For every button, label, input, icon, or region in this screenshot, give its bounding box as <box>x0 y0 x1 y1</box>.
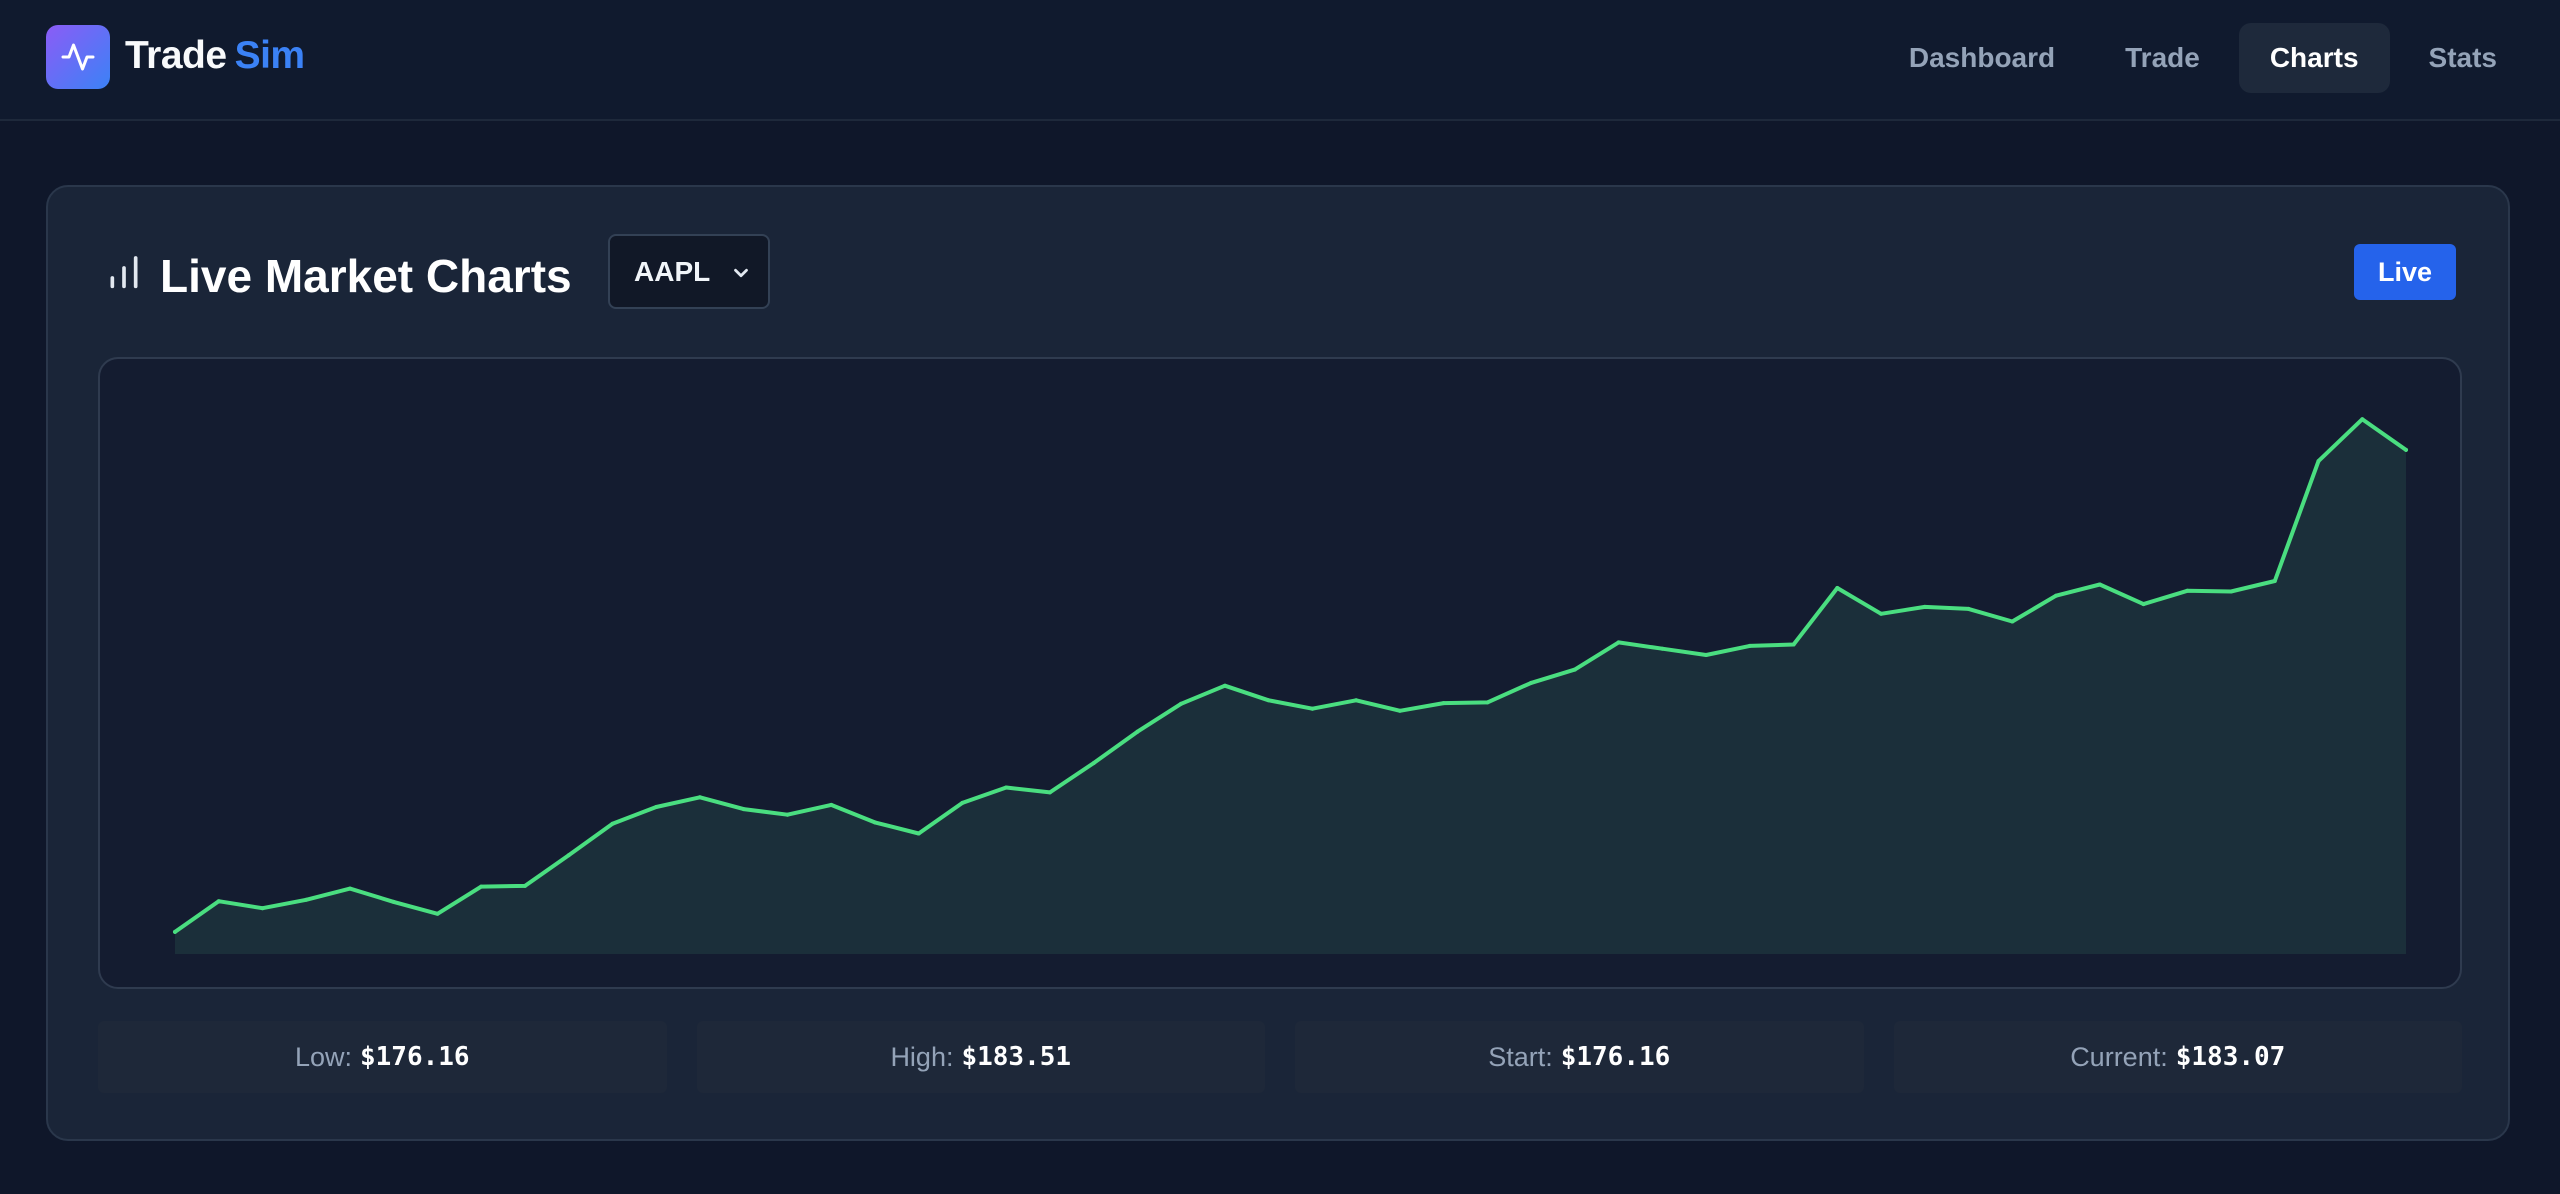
price-point-0 <box>173 929 177 934</box>
price-point-32 <box>1572 667 1577 672</box>
price-point-16 <box>872 820 877 825</box>
price-point-36 <box>1747 643 1752 648</box>
price-point-42 <box>2010 619 2015 624</box>
price-point-23 <box>1179 701 1184 706</box>
price-point-20 <box>1047 790 1052 795</box>
price-point-47 <box>2229 589 2233 594</box>
price-point-18 <box>960 800 965 805</box>
price-point-2 <box>260 906 265 911</box>
price-point-48 <box>2272 579 2277 583</box>
stat-current-value: $183.07 <box>2175 1042 2286 1072</box>
brand-name[interactable]: Trade Sim <box>125 34 305 78</box>
price-point-12 <box>697 795 702 800</box>
symbol-select-value: AAPL <box>634 255 711 287</box>
nav-dashboard[interactable]: Dashboard <box>1878 23 2086 93</box>
price-point-38 <box>1835 586 1840 590</box>
logo[interactable] <box>46 25 110 89</box>
price-point-5 <box>391 899 396 904</box>
price-point-1 <box>216 899 221 904</box>
price-chart-svg <box>173 417 2408 954</box>
top-navbar: Trade Sim Dashboard Trade Charts Stats <box>0 0 2560 121</box>
price-point-7 <box>479 884 484 889</box>
price-point-37 <box>1791 642 1796 647</box>
nav-trade[interactable]: Trade <box>2094 23 2231 93</box>
live-charts-card: Live Market Charts AAPL Live Low: $176.1… <box>46 185 2510 1141</box>
price-point-11 <box>654 805 659 809</box>
stat-start-label: Start: <box>1488 1041 1553 1072</box>
price-point-9 <box>566 853 571 858</box>
price-point-29 <box>1441 701 1446 706</box>
nav-stats[interactable]: Stats <box>2398 23 2528 93</box>
price-point-22 <box>1135 729 1140 734</box>
price-point-30 <box>1485 700 1490 705</box>
price-point-43 <box>2054 593 2058 598</box>
stat-current-label: Current: <box>2070 1041 2168 1072</box>
nav-charts[interactable]: Charts <box>2238 23 2390 93</box>
price-point-17 <box>916 831 921 836</box>
live-badge: Live <box>2353 244 2456 300</box>
chevron-down-icon <box>734 268 748 278</box>
stat-high: High: $183.51 <box>696 1021 1265 1093</box>
price-point-8 <box>523 883 527 888</box>
stat-low: Low: $176.16 <box>98 1021 667 1093</box>
stat-current: Current: $183.07 <box>1893 1021 2462 1093</box>
price-chart <box>98 357 2462 989</box>
price-point-31 <box>1529 680 1534 685</box>
stat-start: Start: $176.16 <box>1295 1021 1864 1093</box>
price-point-41 <box>1966 606 1971 611</box>
bar-chart-icon <box>110 256 138 289</box>
stat-low-value: $176.16 <box>359 1042 470 1072</box>
price-point-44 <box>2097 582 2102 587</box>
price-point-24 <box>1222 683 1227 688</box>
price-area <box>175 419 2406 954</box>
symbol-select[interactable]: AAPL <box>608 234 770 309</box>
stat-low-label: Low: <box>294 1041 352 1072</box>
price-point-33 <box>1616 640 1621 645</box>
price-point-3 <box>304 897 309 902</box>
price-point-13 <box>741 807 746 812</box>
price-point-28 <box>1397 708 1402 713</box>
brand-first: Trade <box>125 34 227 77</box>
price-point-39 <box>1879 611 1884 616</box>
price-point-35 <box>1704 653 1709 657</box>
price-point-40 <box>1922 604 1927 609</box>
price-point-49 <box>2316 459 2321 464</box>
activity-pulse-icon <box>61 43 95 71</box>
price-point-15 <box>829 802 834 807</box>
price-point-26 <box>1310 706 1315 711</box>
price-point-14 <box>785 812 790 817</box>
price-point-10 <box>610 821 615 826</box>
stat-high-value: $183.51 <box>961 1042 1072 1072</box>
price-point-51 <box>2404 447 2408 452</box>
price-point-46 <box>2185 588 2190 593</box>
main-nav: Dashboard Trade Charts Stats <box>1878 23 2528 93</box>
price-point-25 <box>1266 698 1271 703</box>
price-point-45 <box>2141 602 2146 607</box>
price-point-4 <box>348 886 352 891</box>
price-point-34 <box>1660 646 1665 651</box>
card-title: Live Market Charts <box>160 250 572 302</box>
brand-second: Sim <box>234 34 306 77</box>
price-point-27 <box>1354 698 1359 703</box>
stat-high-label: High: <box>890 1041 954 1072</box>
stat-start-value: $176.16 <box>1560 1042 1671 1072</box>
price-point-21 <box>1091 761 1096 766</box>
price-point-19 <box>1004 785 1009 790</box>
price-point-50 <box>2360 417 2365 422</box>
price-point-6 <box>435 911 440 916</box>
stats-row: Low: $176.16 High: $183.51 Start: $176.1… <box>98 1021 2462 1093</box>
